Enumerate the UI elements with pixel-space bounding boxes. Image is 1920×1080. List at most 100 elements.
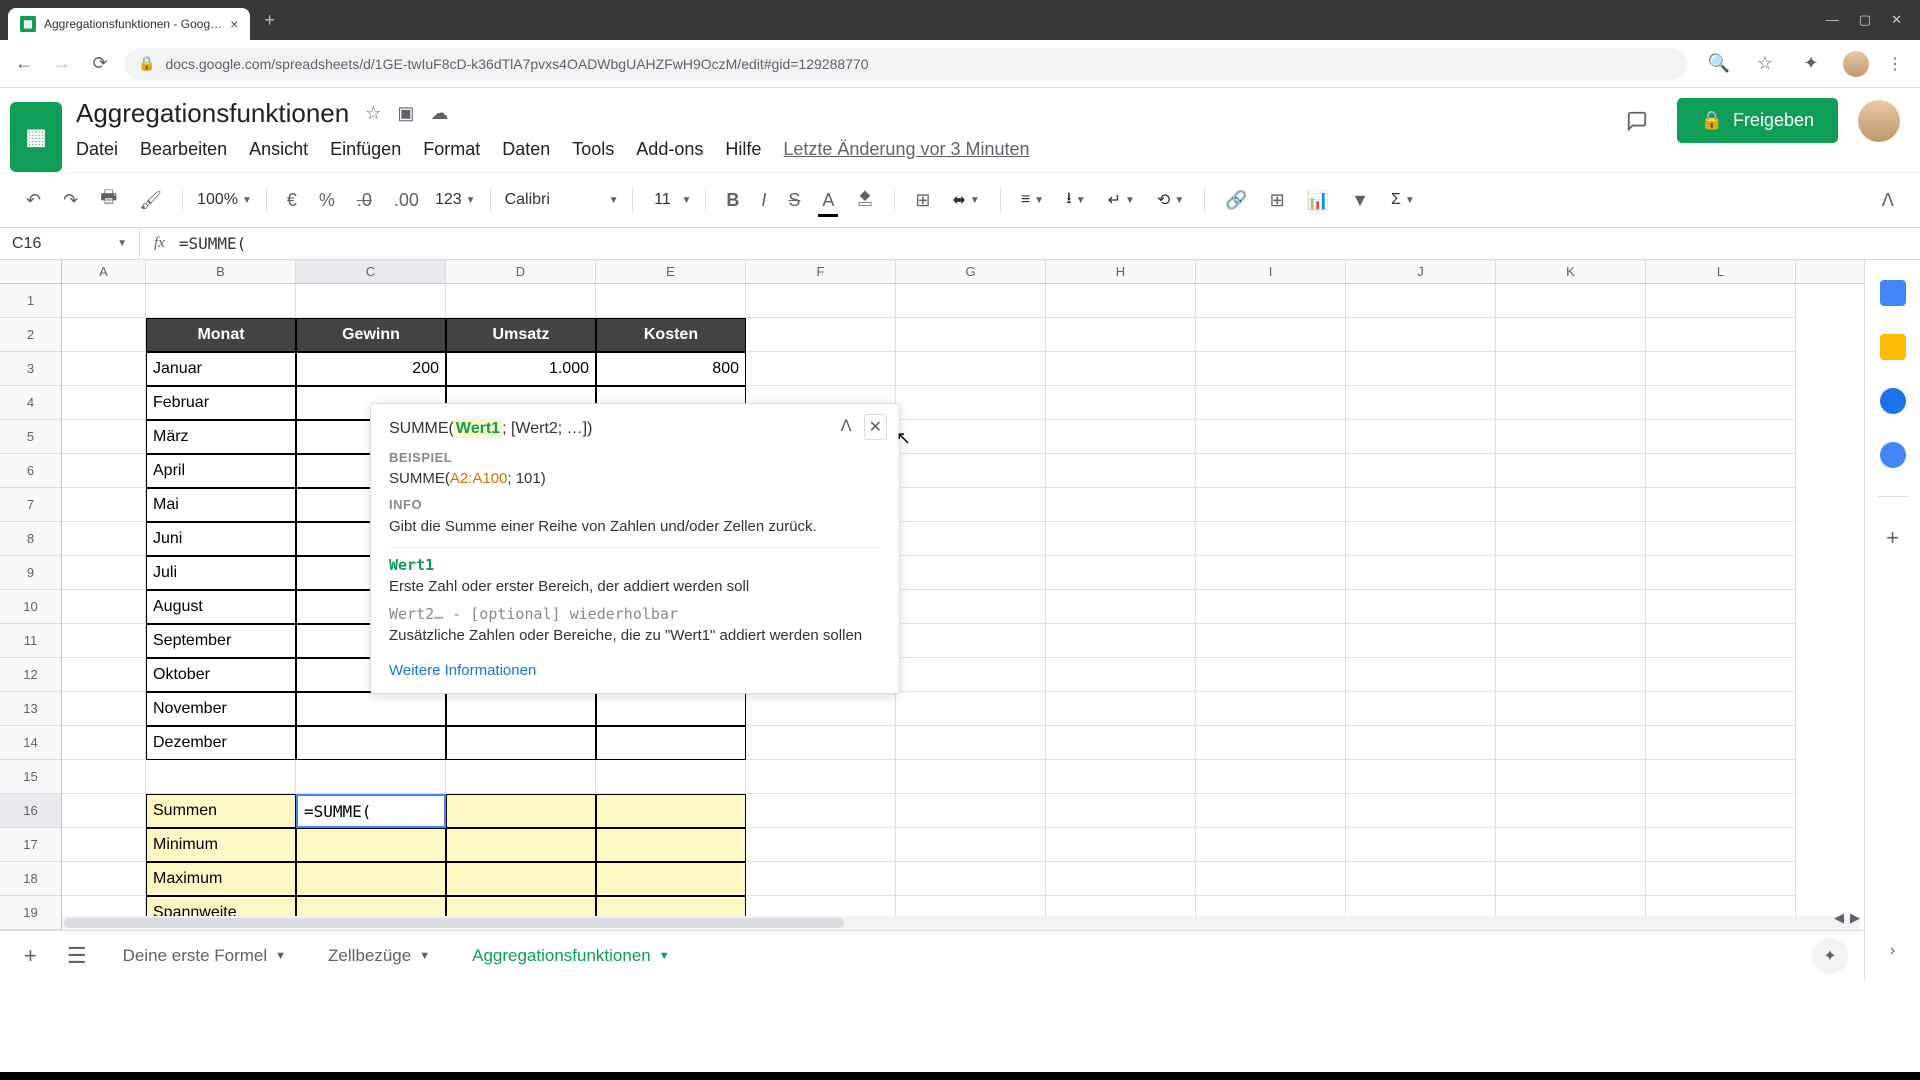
scroll-left-icon[interactable]: ◀	[1834, 910, 1844, 926]
cell[interactable]	[1196, 454, 1346, 488]
row-header-15[interactable]: 15	[0, 760, 61, 794]
cell[interactable]	[1046, 522, 1196, 556]
cell[interactable]	[146, 760, 296, 794]
cell[interactable]	[1346, 624, 1496, 658]
cell[interactable]	[1646, 488, 1796, 522]
cell[interactable]	[1646, 624, 1796, 658]
font-select[interactable]: Calibri▼	[505, 191, 619, 209]
cell-month[interactable]: September	[146, 624, 296, 658]
cell[interactable]	[62, 318, 146, 352]
cell[interactable]	[1346, 522, 1496, 556]
col-header-D[interactable]: D	[446, 260, 596, 283]
cell[interactable]	[1496, 794, 1646, 828]
cell[interactable]	[1496, 556, 1646, 590]
cell[interactable]	[1196, 760, 1346, 794]
cell[interactable]	[1496, 828, 1646, 862]
cell[interactable]	[1046, 420, 1196, 454]
tooltip-more-info-link[interactable]: Weitere Informationen	[389, 662, 536, 679]
explore-button[interactable]: ✦	[1812, 938, 1848, 974]
cell[interactable]	[1346, 352, 1496, 386]
sheet-tab-2[interactable]: Aggregationsfunktionen▼	[458, 938, 684, 974]
cell[interactable]	[1046, 658, 1196, 692]
cell[interactable]	[1196, 420, 1346, 454]
col-header-A[interactable]: A	[62, 260, 146, 283]
col-header-G[interactable]: G	[896, 260, 1046, 283]
chart-button[interactable]: 📊	[1301, 186, 1335, 215]
cell[interactable]	[446, 828, 596, 862]
minimize-icon[interactable]: —	[1826, 12, 1839, 28]
share-button[interactable]: 🔒 Freigeben	[1677, 98, 1838, 143]
cell[interactable]	[62, 352, 146, 386]
cell[interactable]	[1646, 828, 1796, 862]
row-header-19[interactable]: 19	[0, 896, 61, 930]
cell[interactable]	[1196, 862, 1346, 896]
profile-avatar-icon[interactable]	[1843, 51, 1869, 77]
cell[interactable]	[1196, 556, 1346, 590]
italic-button[interactable]: I	[755, 186, 772, 215]
row-header-8[interactable]: 8	[0, 522, 61, 556]
cell[interactable]	[596, 862, 746, 896]
bookmark-icon[interactable]: ☆	[1751, 53, 1779, 74]
calendar-icon[interactable]	[1880, 280, 1906, 306]
name-box[interactable]: C16 ▼	[0, 228, 140, 259]
add-sidepanel-icon[interactable]: +	[1886, 525, 1899, 551]
cell[interactable]	[1496, 590, 1646, 624]
cell-month[interactable]: November	[146, 692, 296, 726]
row-header-7[interactable]: 7	[0, 488, 61, 522]
cell[interactable]	[446, 726, 596, 760]
cell[interactable]	[1346, 386, 1496, 420]
cell[interactable]	[1646, 862, 1796, 896]
cell[interactable]	[1046, 692, 1196, 726]
sheet-tab-0[interactable]: Deine erste Formel▼	[109, 938, 300, 974]
undo-button[interactable]: ↶	[20, 186, 47, 215]
close-window-icon[interactable]: ✕	[1891, 12, 1902, 28]
cell[interactable]	[746, 794, 896, 828]
cell[interactable]	[62, 760, 146, 794]
cell[interactable]	[746, 760, 896, 794]
row-header-11[interactable]: 11	[0, 624, 61, 658]
cell-kosten[interactable]: 800	[596, 352, 746, 386]
cell[interactable]	[1046, 590, 1196, 624]
cell-gewinn[interactable]: 200	[296, 352, 446, 386]
all-sheets-button[interactable]: ☰	[59, 939, 95, 973]
row-header-10[interactable]: 10	[0, 590, 61, 624]
comment-button[interactable]: ⊞	[1264, 186, 1291, 215]
cell[interactable]	[596, 726, 746, 760]
cell[interactable]	[896, 318, 1046, 352]
cell[interactable]	[446, 692, 596, 726]
cell[interactable]	[1196, 386, 1346, 420]
cell[interactable]	[1646, 318, 1796, 352]
zoom-select[interactable]: 100% ▼	[197, 191, 252, 209]
increase-decimal-button[interactable]: .00	[388, 186, 425, 215]
row-header-2[interactable]: 2	[0, 318, 61, 352]
cell[interactable]	[1196, 590, 1346, 624]
cell[interactable]	[1346, 284, 1496, 318]
cell[interactable]	[296, 862, 446, 896]
col-header-B[interactable]: B	[146, 260, 296, 283]
menu-daten[interactable]: Daten	[502, 139, 550, 160]
rotate-button[interactable]: ⟲ ▼	[1151, 186, 1190, 214]
font-size-select[interactable]: 11▼	[647, 191, 691, 209]
cell[interactable]	[746, 318, 896, 352]
cell[interactable]	[896, 352, 1046, 386]
cell[interactable]	[1496, 624, 1646, 658]
functions-button[interactable]: Σ ▼	[1385, 187, 1421, 213]
cell[interactable]	[896, 284, 1046, 318]
cell[interactable]	[296, 284, 446, 318]
cell[interactable]	[1046, 556, 1196, 590]
header-monat[interactable]: Monat	[146, 318, 296, 352]
row-header-17[interactable]: 17	[0, 828, 61, 862]
cell[interactable]	[1496, 454, 1646, 488]
cell[interactable]	[1646, 658, 1796, 692]
decrease-decimal-button[interactable]: .0	[351, 186, 378, 215]
cell[interactable]	[1346, 692, 1496, 726]
number-format-select[interactable]: 123▼	[435, 191, 476, 209]
browser-tab[interactable]: ▦ Aggregationsfunktionen - Goog… ×	[8, 8, 250, 40]
keep-icon[interactable]	[1880, 334, 1906, 360]
cell[interactable]	[1046, 862, 1196, 896]
row-header-5[interactable]: 5	[0, 420, 61, 454]
col-header-H[interactable]: H	[1046, 260, 1196, 283]
cell[interactable]	[1046, 318, 1196, 352]
col-header-F[interactable]: F	[746, 260, 896, 283]
scroll-right-icon[interactable]: ▶	[1850, 910, 1860, 926]
